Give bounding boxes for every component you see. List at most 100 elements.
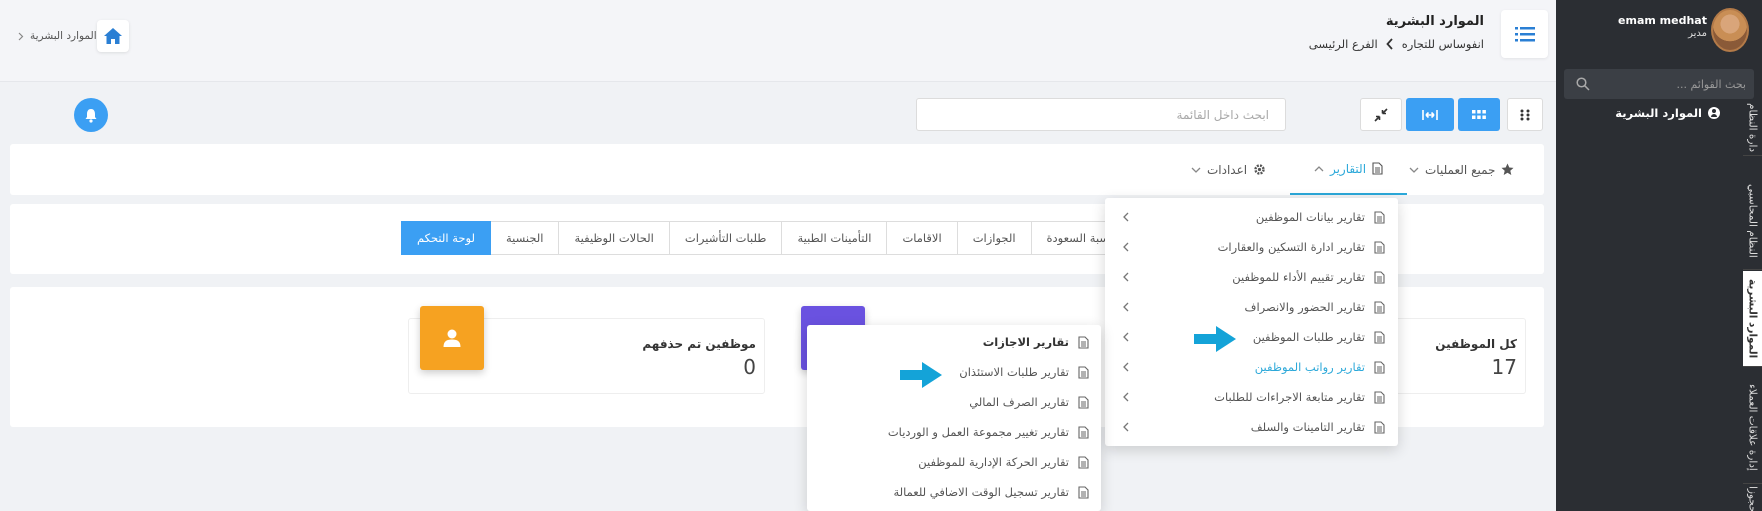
vtab-label: النظام المحاسبي xyxy=(1746,183,1759,258)
document-icon xyxy=(1078,395,1089,409)
stat-label: موظفين تم حذفهم xyxy=(642,337,756,351)
document-icon xyxy=(1078,335,1089,349)
vertical-module-tabs: دارة النظام النظام المحاسبي الموارد البش… xyxy=(1743,100,1762,511)
stat-label: كل الموظفين xyxy=(1435,337,1517,351)
grid-dots-icon xyxy=(1520,109,1530,120)
vtab-label: دارة النظام xyxy=(1746,102,1759,153)
document-icon xyxy=(1374,300,1385,314)
sidebar-search-input[interactable] xyxy=(1590,69,1746,99)
bell-icon xyxy=(85,108,97,123)
stat-value: 17 xyxy=(1491,355,1517,379)
reports-menu-item[interactable]: تقارير ادارة التسكين والعقارات xyxy=(1105,232,1385,262)
requests-submenu-item[interactable]: تقارير الصرف المالي xyxy=(807,387,1089,417)
expand-width-button[interactable] xyxy=(1406,98,1454,131)
star-icon xyxy=(1501,163,1514,175)
menu-label: اعدادات xyxy=(1207,162,1248,177)
tab-passports[interactable]: الجوازات xyxy=(956,221,1032,255)
tab-visa-requests[interactable]: طلبات التأشيرات xyxy=(668,221,783,255)
vtab-label: حجوزا xyxy=(1746,486,1759,511)
tab-residencies[interactable]: الاقامات xyxy=(886,221,958,255)
list-search-input[interactable] xyxy=(917,99,1285,130)
reports-menu-item[interactable]: تقارير رواتب الموظفين xyxy=(1105,352,1385,382)
sidebar-search[interactable] xyxy=(1564,69,1754,99)
vtab-label: الموارد البشرية xyxy=(1746,278,1759,359)
chevron-left-icon xyxy=(1123,362,1129,372)
menu-label: التقارير xyxy=(1329,161,1367,176)
grid-view-button[interactable] xyxy=(1507,98,1543,131)
sidebar-item-label: الموارد البشرية xyxy=(1615,106,1702,120)
reports-menu-item[interactable]: تقارير بيانات الموظفين xyxy=(1105,202,1385,232)
document-icon xyxy=(1374,210,1385,224)
branch-name[interactable]: الفرع الرئيسى xyxy=(1309,37,1378,51)
sidebar-item-hr[interactable]: الموارد البشرية xyxy=(1615,106,1720,120)
dashboard-tabs: لوحة التحكم الجنسية الحالات الوظيفية طلب… xyxy=(401,221,1129,255)
reports-menu-item[interactable]: تقارير الحضور والانصراف xyxy=(1105,292,1385,322)
chevron-left-icon xyxy=(1123,242,1129,252)
chevron-left-icon xyxy=(1386,38,1393,50)
chevron-right-icon xyxy=(18,32,24,40)
tab-dashboard[interactable]: لوحة التحكم xyxy=(401,221,491,255)
reports-menu-item[interactable]: تقارير التامينات والسلف xyxy=(1105,412,1385,442)
menu-all-operations[interactable]: جميع العمليات xyxy=(1409,144,1514,195)
search-icon xyxy=(1576,77,1590,91)
stat-icon-orange xyxy=(420,306,484,370)
document-icon xyxy=(1078,455,1089,469)
menu-item-label: تقارير الاجازات xyxy=(982,335,1069,349)
vtab-system-admin[interactable]: دارة النظام xyxy=(1743,100,1762,156)
chevron-left-icon xyxy=(1123,332,1129,342)
menu-item-label: تقارير بيانات الموظفين xyxy=(1255,210,1365,224)
tab-employment-status[interactable]: الحالات الوظيفية xyxy=(558,221,670,255)
document-icon xyxy=(1374,270,1385,284)
vtab-hr[interactable]: الموارد البشرية xyxy=(1743,271,1762,367)
reports-menu-item[interactable]: تقارير تقييم الأداء للموظفين xyxy=(1105,262,1385,292)
menu-item-label: تقارير متابعة الاجراءات للطلبات xyxy=(1214,390,1365,404)
requests-submenu-item[interactable]: تقارير تغيير مجموعة العمل و الورديات xyxy=(807,417,1089,447)
requests-submenu-item[interactable]: تقارير طلبات الاستئذان xyxy=(807,357,1089,387)
grid-small-icon xyxy=(1472,109,1486,119)
tab-nationality[interactable]: الجنسية xyxy=(489,221,560,255)
tiles-view-button[interactable] xyxy=(1458,98,1500,131)
breadcrumb-current: الموارد البشرية xyxy=(30,30,97,42)
user-icon xyxy=(443,329,461,347)
document-icon xyxy=(1078,485,1089,499)
menu-settings[interactable]: اعدادات xyxy=(1191,144,1266,195)
reports-menu-item[interactable]: تقارير متابعة الاجراءات للطلبات xyxy=(1105,382,1385,412)
chevron-left-icon xyxy=(1123,392,1129,402)
vtab-crm[interactable]: إدارة علاقات العملاء xyxy=(1743,372,1762,484)
tab-medical-insurance[interactable]: التأمينات الطبية xyxy=(781,221,888,255)
stat-value: 0 xyxy=(743,355,756,379)
chevron-left-icon xyxy=(1123,422,1129,432)
chevron-up-icon xyxy=(1314,165,1324,171)
user-avatar[interactable] xyxy=(1711,8,1749,52)
menu-item-label: تقارير تسجيل الوقت الاضافي للعمالة xyxy=(893,485,1069,499)
user-name: emam medhat xyxy=(1618,14,1707,27)
compress-button[interactable] xyxy=(1360,98,1402,131)
document-icon xyxy=(1374,390,1385,404)
document-icon xyxy=(1374,240,1385,254)
chevron-down-icon xyxy=(1191,167,1201,173)
menu-toggle-button[interactable] xyxy=(1501,10,1548,58)
menu-item-label: تقارير الحركة الإدارية للموظفين xyxy=(918,455,1069,469)
menu-item-label: تقارير طلبات الاستئذان xyxy=(959,365,1069,379)
vtab-bookings[interactable]: حجوزا xyxy=(1743,486,1762,511)
requests-submenu-item[interactable]: تقارير الاجازات xyxy=(807,327,1089,357)
vtab-accounting[interactable]: النظام المحاسبي xyxy=(1743,172,1762,270)
breadcrumb: الموارد البشرية xyxy=(18,30,97,42)
list-menu-icon xyxy=(1514,27,1535,42)
notifications-button[interactable] xyxy=(74,98,108,132)
menu-reports[interactable]: التقارير xyxy=(1290,144,1407,195)
company-breadcrumb: انفوساس للتجاره الفرع الرئيسى xyxy=(1309,37,1484,51)
document-icon xyxy=(1078,425,1089,439)
home-button[interactable] xyxy=(97,20,129,52)
reports-menu-item[interactable]: تقارير طلبات الموظفين xyxy=(1105,322,1385,352)
document-icon xyxy=(1078,365,1089,379)
chevron-left-icon xyxy=(1123,272,1129,282)
expand-horizontal-icon xyxy=(1422,109,1438,120)
requests-submenu-item[interactable]: تقارير الحركة الإدارية للموظفين xyxy=(807,447,1089,477)
company-name[interactable]: انفوساس للتجاره xyxy=(1402,37,1484,51)
menu-item-label: تقارير التامينات والسلف xyxy=(1250,420,1365,434)
requests-submenu-item[interactable]: تقارير تسجيل الوقت الاضافي للعمالة xyxy=(807,477,1089,507)
gear-icon xyxy=(1254,164,1265,175)
list-search-field[interactable] xyxy=(916,98,1286,131)
menu-item-label: تقارير الحضور والانصراف xyxy=(1244,300,1365,314)
